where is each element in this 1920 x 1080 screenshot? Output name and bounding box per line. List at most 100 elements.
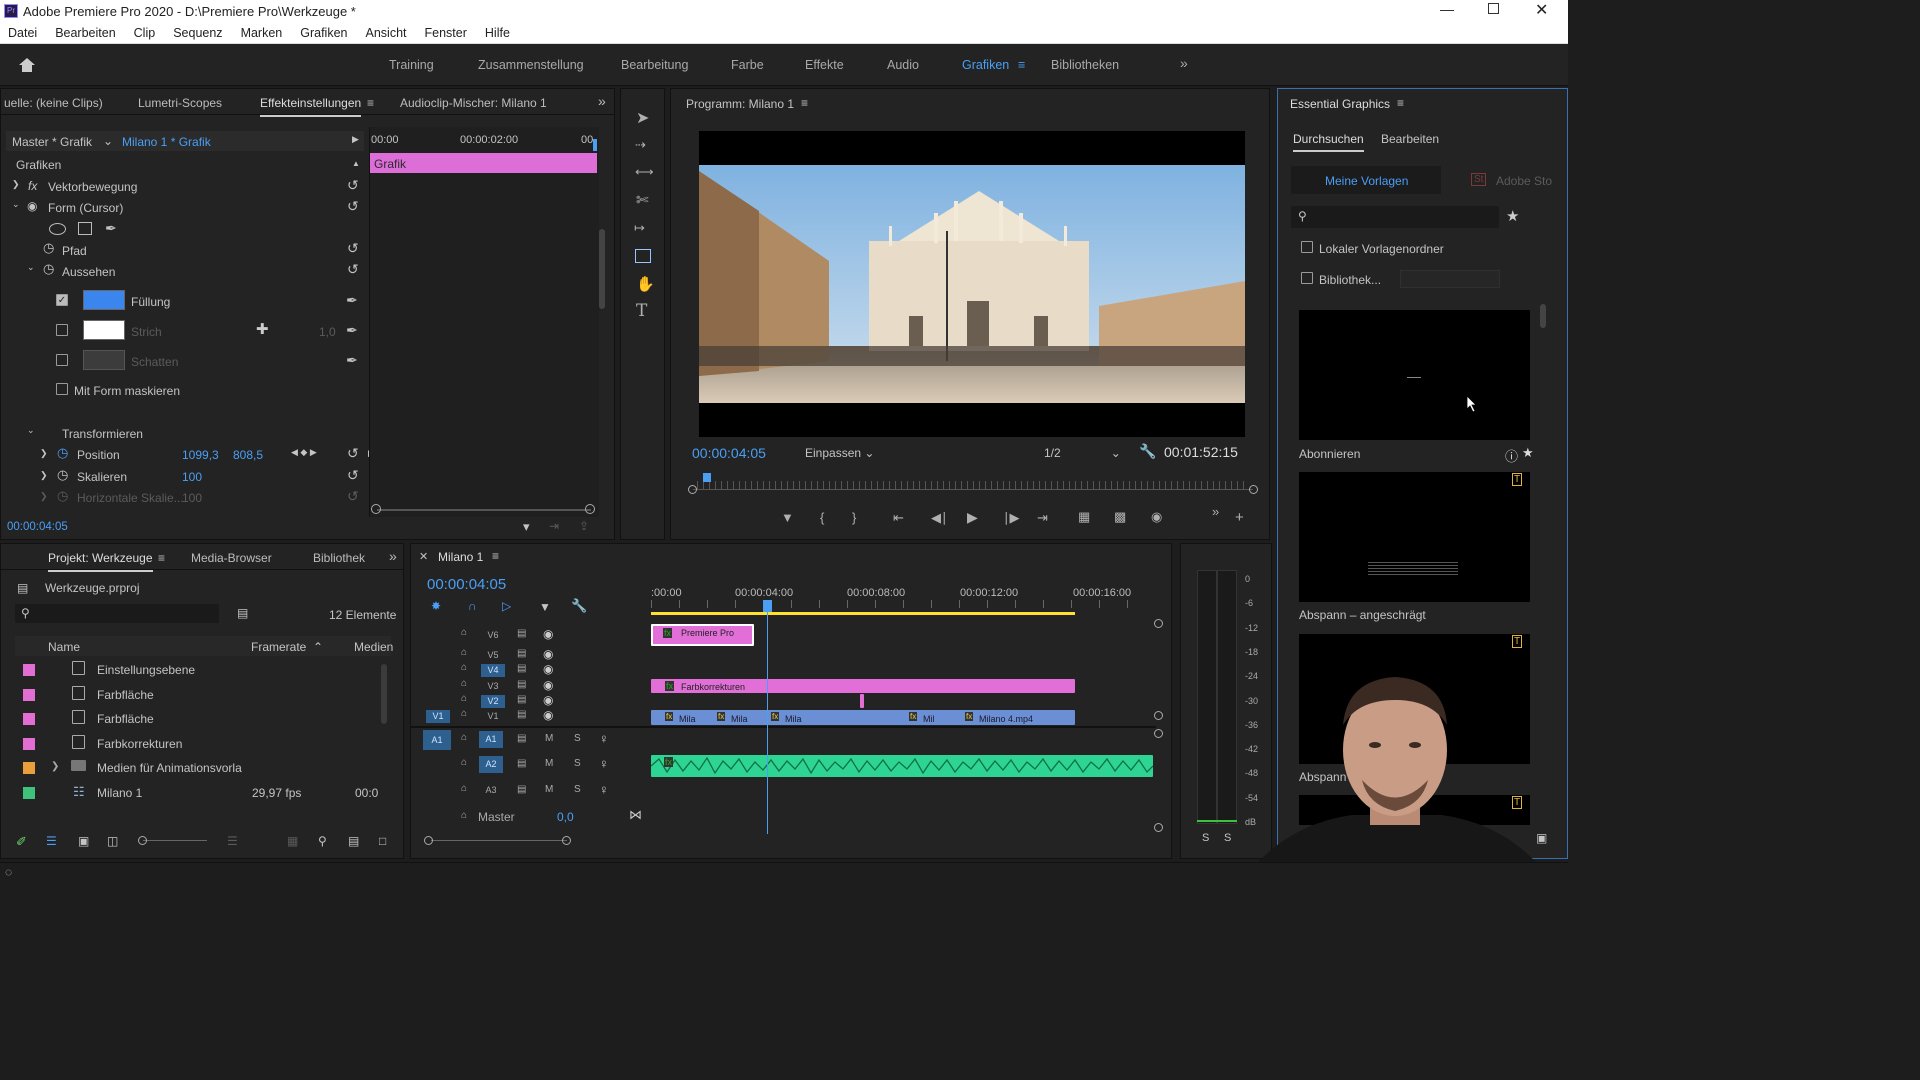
more-controls-icon[interactable]: » bbox=[1212, 505, 1219, 518]
col-name[interactable]: Name bbox=[48, 640, 80, 654]
shadow-checkbox[interactable] bbox=[56, 354, 68, 366]
timeline-vscroll-handle[interactable] bbox=[1154, 711, 1163, 720]
thumbnail-size-slider[interactable] bbox=[143, 840, 207, 841]
stopwatch-icon[interactable]: ◷ bbox=[57, 467, 68, 483]
reset-icon[interactable]: ↺ bbox=[347, 177, 359, 194]
sync-lock-icon[interactable]: ▤ bbox=[517, 709, 526, 720]
lock-icon[interactable]: ⌂ bbox=[461, 732, 467, 743]
favorites-star-icon[interactable]: ★ bbox=[1506, 207, 1519, 225]
icon-view-icon[interactable]: ▣ bbox=[78, 834, 89, 848]
lock-icon[interactable]: ⌂ bbox=[461, 647, 467, 658]
track-label-a1[interactable]: A1 bbox=[479, 731, 503, 748]
template-thumbnail-abspann-angeschraegt[interactable] bbox=[1299, 472, 1530, 602]
solo-button[interactable]: S bbox=[574, 784, 581, 795]
label-color-swatch[interactable] bbox=[23, 737, 35, 750]
reset-icon[interactable]: ↺ bbox=[347, 467, 359, 484]
restore-icon[interactable] bbox=[1488, 3, 1499, 14]
fill-checkbox[interactable]: ✓ bbox=[56, 294, 68, 306]
mute-button[interactable]: M bbox=[545, 784, 553, 795]
eyedropper-icon[interactable]: ✒ bbox=[346, 292, 358, 309]
ws-zusammenstellung[interactable]: Zusammenstellung bbox=[478, 58, 584, 72]
export-frame-camera-icon[interactable]: ◉ bbox=[1151, 510, 1162, 523]
project-item-name[interactable]: Farbfläche bbox=[97, 712, 154, 726]
timeline-vscroll-handle[interactable] bbox=[1154, 823, 1163, 832]
label-color-swatch[interactable] bbox=[23, 713, 35, 725]
project-item-name[interactable]: Farbkorrekturen bbox=[97, 737, 182, 751]
ws-bearbeitung[interactable]: Bearbeitung bbox=[621, 58, 688, 72]
sort-up-icon[interactable]: ⌃ bbox=[313, 640, 323, 654]
reset-icon[interactable]: ↺ bbox=[347, 261, 359, 278]
project-scrollbar[interactable] bbox=[381, 664, 387, 724]
reset-icon[interactable]: ↺ bbox=[347, 445, 359, 462]
position-x-value[interactable]: 1099,3 bbox=[182, 448, 219, 462]
expand-hscale-icon[interactable]: ❯ bbox=[40, 491, 48, 502]
label-color-swatch[interactable] bbox=[23, 664, 35, 676]
scrub-start-handle[interactable] bbox=[688, 485, 697, 494]
library-checkbox[interactable] bbox=[1301, 272, 1313, 284]
collapse-up-icon[interactable]: ▲ bbox=[352, 159, 360, 168]
collapse-transform-icon[interactable]: ⌄ bbox=[27, 425, 35, 436]
sequence-menu-icon[interactable]: ≡ bbox=[492, 549, 499, 563]
track-label-a2[interactable]: A2 bbox=[479, 756, 503, 773]
program-playhead[interactable] bbox=[703, 473, 711, 482]
scale-value[interactable]: 100 bbox=[182, 470, 202, 484]
button-editor-plus-icon[interactable]: + bbox=[1235, 510, 1244, 525]
track-label-v6[interactable]: V6 bbox=[481, 629, 505, 642]
sequence-clip-label[interactable]: Milano 1 * Grafik bbox=[122, 135, 211, 149]
ws-bibliotheken[interactable]: Bibliotheken bbox=[1051, 58, 1119, 72]
track-select-tool-icon[interactable]: ⇢ bbox=[635, 138, 646, 151]
mark-in-icon[interactable]: { bbox=[820, 511, 824, 524]
hand-tool-icon[interactable]: ✋ bbox=[636, 277, 655, 292]
extract-icon[interactable]: ▩ bbox=[1114, 510, 1126, 523]
timeline-playhead-head[interactable] bbox=[763, 600, 772, 612]
lock-icon[interactable]: ⌂ bbox=[461, 757, 467, 768]
minimize-icon[interactable]: — bbox=[1440, 1, 1454, 17]
go-to-in-icon[interactable]: ⇤ bbox=[893, 511, 904, 524]
lock-icon[interactable]: ⌂ bbox=[461, 693, 467, 704]
adobe-stock-icon[interactable]: St bbox=[1471, 173, 1487, 186]
eye-icon[interactable]: ◉ bbox=[543, 708, 553, 722]
tab-source[interactable]: uelle: (keine Clips) bbox=[4, 96, 103, 110]
play-icon[interactable]: ▶ bbox=[967, 510, 978, 524]
effect-scrollbar[interactable] bbox=[599, 229, 605, 309]
template-thumbnail-abonnieren[interactable] bbox=[1299, 310, 1530, 440]
share-icon[interactable]: ⇪ bbox=[579, 519, 589, 533]
project-item-name[interactable]: Einstellungsebene bbox=[97, 663, 195, 677]
tab-effect-controls[interactable]: Effekteinstellungen bbox=[260, 96, 362, 117]
col-framerate[interactable]: Framerate bbox=[251, 640, 306, 654]
program-scrub-track[interactable] bbox=[693, 489, 1253, 490]
ellipse-mask-icon[interactable] bbox=[49, 223, 66, 235]
timeline-vscroll-handle[interactable] bbox=[1154, 729, 1163, 738]
tab-media-browser[interactable]: Media-Browser bbox=[191, 551, 272, 565]
eye-icon[interactable]: ◉ bbox=[543, 693, 553, 707]
clip-v2-small[interactable] bbox=[860, 694, 864, 708]
rectangle-mask-icon[interactable] bbox=[78, 222, 92, 235]
v1-clip-label[interactable]: Mila bbox=[731, 714, 748, 724]
sync-lock-icon[interactable]: ▤ bbox=[517, 694, 526, 705]
master-volume-value[interactable]: 0,0 bbox=[557, 810, 574, 824]
mute-button[interactable]: M bbox=[545, 758, 553, 769]
project-item-name[interactable]: Milano 1 bbox=[97, 786, 142, 800]
menu-grafiken[interactable]: Grafiken bbox=[300, 26, 347, 40]
position-y-value[interactable]: 808,5 bbox=[233, 448, 263, 462]
export-icon[interactable]: ⇥ bbox=[549, 519, 559, 533]
reset-icon[interactable]: ↺ bbox=[347, 198, 359, 215]
sync-lock-icon[interactable]: ▤ bbox=[517, 679, 526, 690]
razor-tool-icon[interactable]: ✄ bbox=[636, 193, 649, 208]
stopwatch-icon[interactable]: ◷ bbox=[43, 240, 54, 256]
stroke-width-value[interactable]: 1,0 bbox=[319, 325, 336, 339]
lock-icon[interactable]: ⌂ bbox=[461, 627, 467, 638]
fill-color-swatch[interactable] bbox=[83, 290, 125, 310]
ws-grafiken[interactable]: Grafiken bbox=[962, 58, 1009, 72]
chevron-down-icon[interactable]: ⌄ bbox=[103, 134, 113, 148]
timeline-hscroll-handle[interactable] bbox=[562, 836, 571, 845]
lock-icon[interactable]: ⌂ bbox=[461, 662, 467, 673]
more-tabs-icon[interactable]: » bbox=[389, 548, 397, 564]
solo-left-button[interactable]: S bbox=[1202, 832, 1209, 844]
slip-tool-icon[interactable]: ↦ bbox=[634, 221, 645, 234]
zoom-slider-handle[interactable] bbox=[371, 504, 381, 514]
timeline-timecode[interactable]: 00:00:04:05 bbox=[427, 576, 506, 593]
filter-icon[interactable]: ▾ bbox=[523, 519, 530, 535]
eg-search-input[interactable] bbox=[1291, 206, 1499, 228]
eg-menu-icon[interactable]: ≡ bbox=[1397, 96, 1404, 110]
